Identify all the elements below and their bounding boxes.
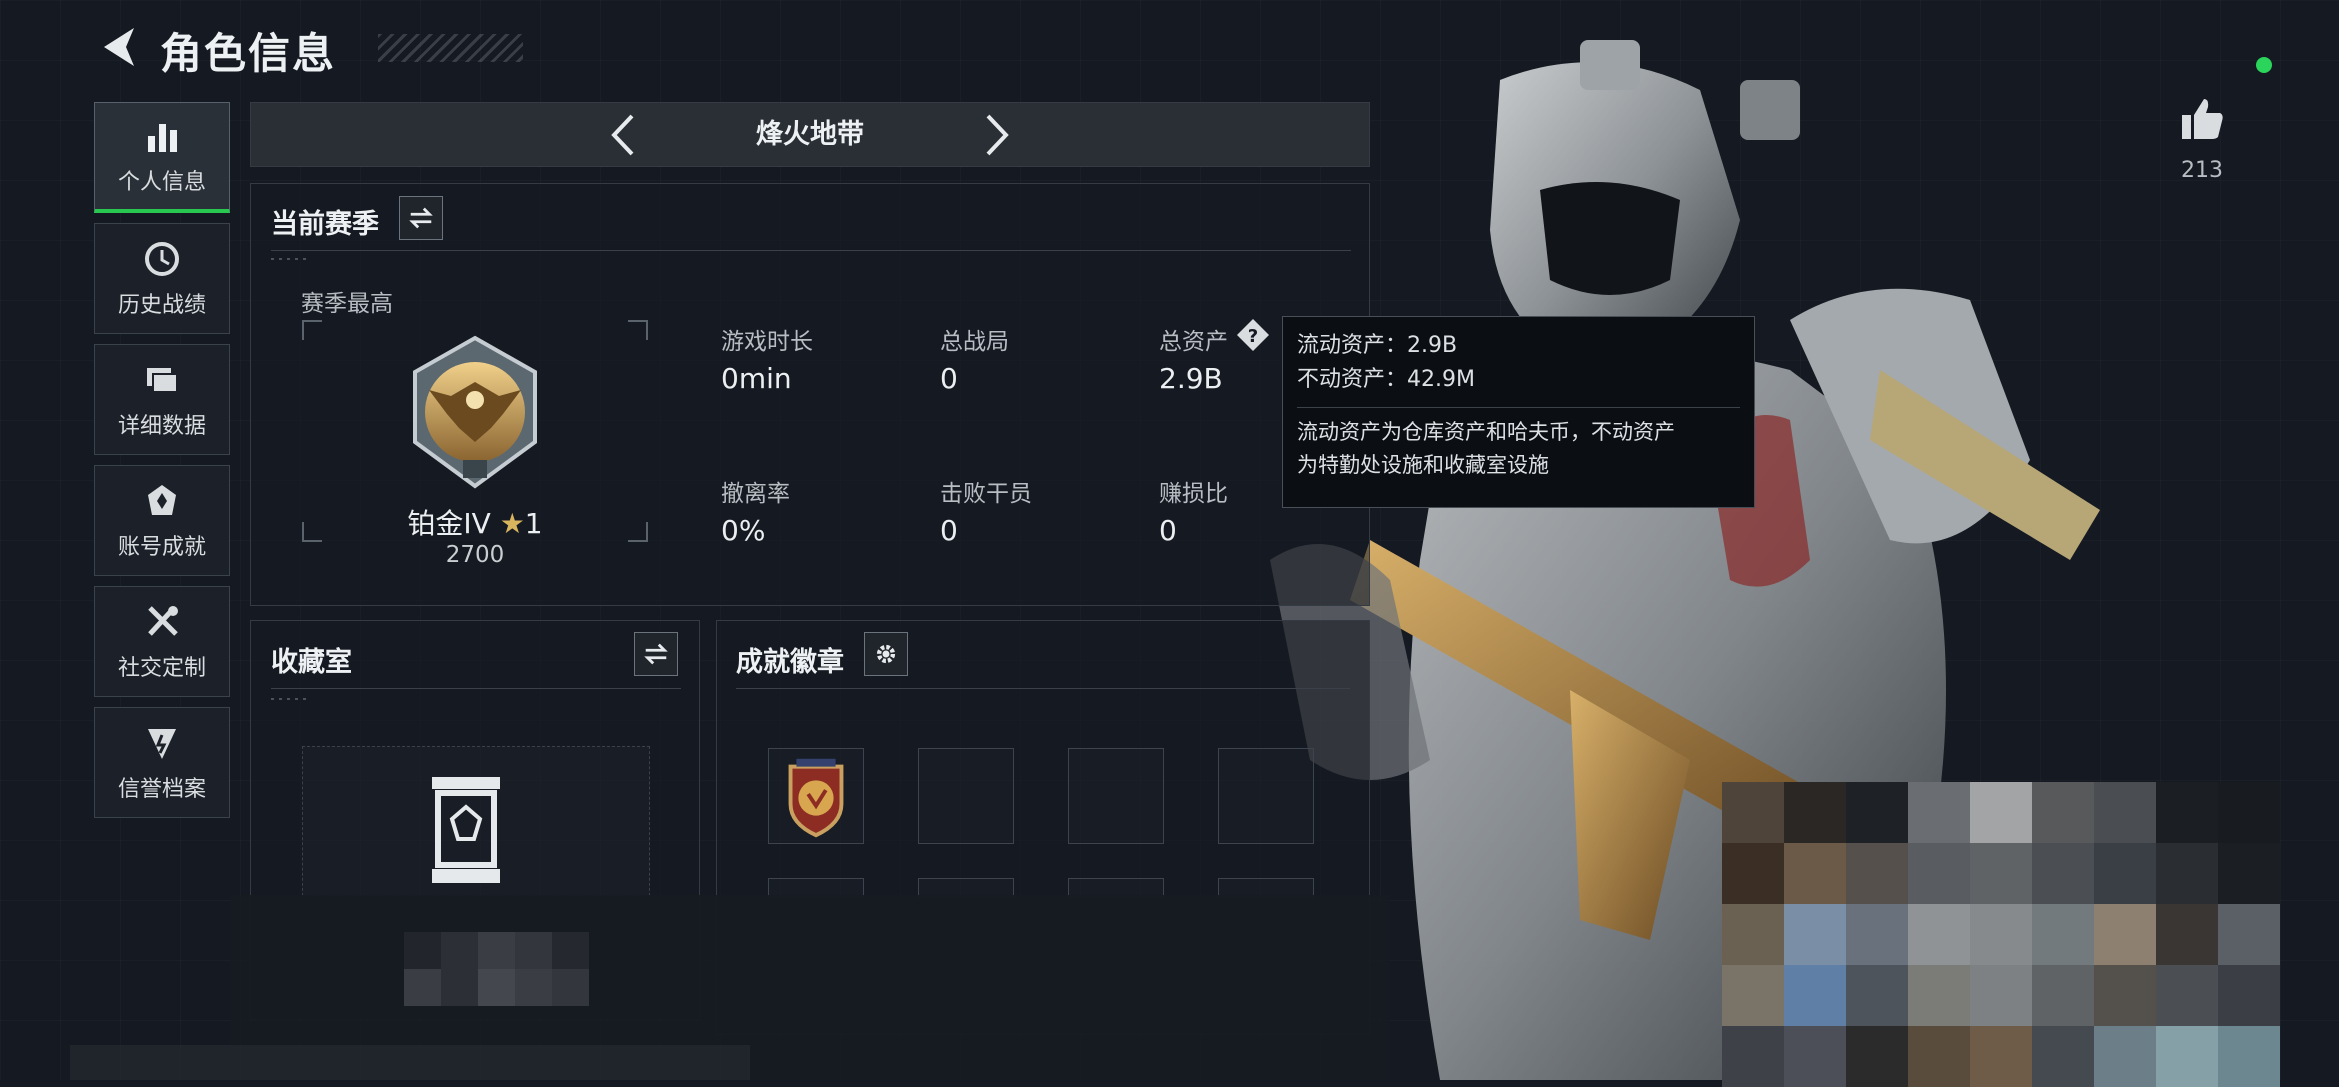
stat-value-play-time: 0min <box>721 362 792 395</box>
bottom-blurred-bar <box>70 1045 750 1080</box>
sidebar-item-label: 历史战绩 <box>117 292 206 318</box>
assets-tooltip: 流动资产：2.9B 不动资产：42.9M 流动资产为仓库资产和哈夫币，不动资产 … <box>1282 316 1755 508</box>
stat-value-extraction-rate: 0% <box>721 514 766 547</box>
rank-name: 铂金IV <box>407 507 491 540</box>
gear-icon <box>876 644 896 664</box>
rank-emblem-icon <box>413 335 537 489</box>
sidebar-item-label: 个人信息 <box>117 170 206 195</box>
page-title: 角色信息 <box>160 29 337 78</box>
sidebar-item-label: 信誉档案 <box>117 776 206 802</box>
frame-corner <box>628 320 648 340</box>
tooltip-divider <box>1297 407 1740 408</box>
collection-divider <box>271 688 681 689</box>
stat-value-profit-loss-ratio: 0 <box>1159 514 1177 547</box>
badge-slot[interactable] <box>768 748 864 844</box>
tooltip-fixed-assets: 不动资产：42.9M <box>1297 367 1475 392</box>
badges-divider <box>736 688 1350 689</box>
bar-chart-icon <box>148 124 177 152</box>
stat-value-total-assets: 2.9B <box>1159 362 1223 395</box>
chevron-left-icon[interactable] <box>600 110 650 160</box>
shield-icon <box>148 728 176 759</box>
sidebar-item-social-customization[interactable]: 社交定制 <box>94 586 230 697</box>
sidebar-item-credit-record[interactable]: 信誉档案 <box>94 707 230 818</box>
stat-label-profit-loss-ratio: 赚损比 <box>1159 481 1228 507</box>
tooltip-description-line1: 流动资产为仓库资产和哈夫币，不动资产 <box>1297 420 1675 444</box>
tooltip-description-line2: 为特勤处设施和收藏室设施 <box>1297 453 1549 477</box>
stat-label-operators-defeated: 击败干员 <box>940 481 1032 507</box>
like-count: 213 <box>2181 158 2223 183</box>
stat-label-extraction-rate: 撤离率 <box>721 481 790 507</box>
season-divider <box>271 250 1351 251</box>
badge-slot[interactable] <box>1218 748 1314 844</box>
back-arrow-icon[interactable] <box>94 22 144 72</box>
frame-corner <box>302 522 322 542</box>
season-switch-button[interactable] <box>399 196 443 240</box>
badge-emblem-icon <box>788 758 844 838</box>
rank-label: 铂金IV ★1 <box>395 502 555 542</box>
decoration-dots <box>271 698 311 700</box>
sidebar-item-account-achievements[interactable]: 账号成就 <box>94 465 230 576</box>
help-icon[interactable]: ? <box>1236 318 1270 352</box>
pixelated-region <box>1722 782 2280 1087</box>
tooltip-liquid-assets: 流动资产：2.9B <box>1297 333 1458 358</box>
title-decoration <box>378 34 523 62</box>
online-status-dot <box>2256 57 2272 73</box>
collection-switch-button[interactable] <box>634 632 678 676</box>
achievement-icon <box>148 484 176 515</box>
stat-value-operators-defeated: 0 <box>940 514 958 547</box>
decoration-dots <box>271 258 311 260</box>
badges-title: 成就徽章 <box>736 647 844 678</box>
clock-icon <box>145 241 179 276</box>
tools-icon <box>148 605 178 636</box>
sidebar-item-match-history[interactable]: 历史战绩 <box>94 223 230 334</box>
season-highest-label: 赛季最高 <box>301 291 393 317</box>
badge-slot[interactable] <box>918 748 1014 844</box>
rank-score: 2700 <box>445 542 505 568</box>
collection-title: 收藏室 <box>271 647 352 678</box>
display-case-icon <box>432 777 500 883</box>
sidebar-item-label: 社交定制 <box>117 655 206 681</box>
swap-icon <box>644 643 668 665</box>
rank-stars: 1 <box>524 507 543 540</box>
sidebar-item-personal-info[interactable]: 个人信息 <box>94 102 230 213</box>
folder-icon <box>147 367 178 393</box>
thumbs-up-icon[interactable] <box>2178 95 2226 143</box>
frame-corner <box>302 320 322 340</box>
season-title: 当前赛季 <box>271 209 379 240</box>
blurred-region <box>404 932 589 1006</box>
stat-label-play-time: 游戏时长 <box>721 329 813 355</box>
sidebar-item-label: 详细数据 <box>117 413 206 439</box>
frame-corner <box>628 522 648 542</box>
mode-title: 烽火地带 <box>756 119 864 150</box>
svg-text:?: ? <box>1248 326 1258 347</box>
stat-value-total-matches: 0 <box>940 362 958 395</box>
badge-settings-button[interactable] <box>864 632 908 676</box>
swap-icon <box>409 207 433 229</box>
badge-slot[interactable] <box>1068 748 1164 844</box>
sidebar-item-detailed-data[interactable]: 详细数据 <box>94 344 230 455</box>
sidebar-item-label: 账号成就 <box>117 534 206 560</box>
chevron-right-icon[interactable] <box>970 110 1020 160</box>
stat-label-total-matches: 总战局 <box>940 329 1009 355</box>
star-icon: ★ <box>499 507 525 540</box>
stat-label-total-assets: 总资产 <box>1159 329 1228 355</box>
